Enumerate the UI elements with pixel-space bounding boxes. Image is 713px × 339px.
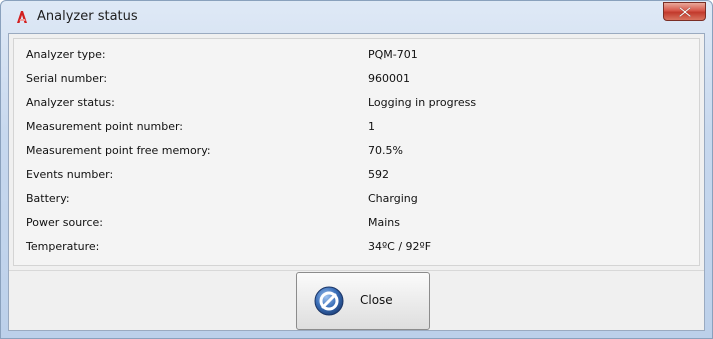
status-row-label: Temperature: — [26, 240, 100, 253]
status-row-battery: Battery: Charging — [14, 187, 699, 211]
status-row-label: Events number: — [26, 168, 114, 181]
dialog-client-area: Analyzer type: PQM-701 Serial number: 96… — [8, 33, 705, 331]
status-row-temperature: Temperature: 34ºC / 92ºF — [14, 235, 699, 259]
close-x-icon — [679, 7, 691, 17]
status-row-value: 592 — [368, 168, 389, 181]
status-row-label: Battery: — [26, 192, 70, 205]
status-row-label: Serial number: — [26, 72, 108, 85]
status-row-free-memory: Measurement point free memory: 70.5% — [14, 139, 699, 163]
close-circle-icon — [314, 286, 344, 316]
close-button-label: Close — [360, 293, 393, 307]
window-title: Analyzer status — [37, 9, 138, 24]
status-row-analyzer-status: Analyzer status: Logging in progress — [14, 91, 699, 115]
status-info-panel: Analyzer type: PQM-701 Serial number: 96… — [13, 38, 700, 266]
status-row-value: PQM-701 — [368, 48, 418, 61]
window-close-button[interactable] — [663, 2, 706, 21]
status-row-value: Logging in progress — [368, 96, 477, 109]
status-row-value: 70.5% — [368, 144, 403, 157]
status-row-events-number: Events number: 592 — [14, 163, 699, 187]
status-row-label: Measurement point free memory: — [26, 144, 211, 157]
title-bar[interactable]: Analyzer status — [1, 1, 712, 33]
status-row-label: Analyzer status: — [26, 96, 115, 109]
status-row-value: 960001 — [368, 72, 410, 85]
close-button[interactable]: Close — [296, 272, 430, 330]
status-row-value: Charging — [368, 192, 418, 205]
status-row-value: Mains — [368, 216, 400, 229]
status-row-measurement-point-number: Measurement point number: 1 — [14, 115, 699, 139]
analyzer-status-window: Analyzer status Analyzer type: PQM-701 S… — [0, 0, 713, 339]
status-row-value: 1 — [368, 120, 375, 133]
status-row-label: Analyzer type: — [26, 48, 106, 61]
status-row-serial-number: Serial number: 960001 — [14, 67, 699, 91]
status-row-label: Power source: — [26, 216, 103, 229]
footer-divider — [9, 270, 704, 271]
status-row-label: Measurement point number: — [26, 120, 184, 133]
analyzer-app-icon — [17, 11, 27, 23]
status-row-power-source: Power source: Mains — [14, 211, 699, 235]
status-row-analyzer-type: Analyzer type: PQM-701 — [14, 43, 699, 67]
status-row-value: 34ºC / 92ºF — [368, 240, 432, 253]
